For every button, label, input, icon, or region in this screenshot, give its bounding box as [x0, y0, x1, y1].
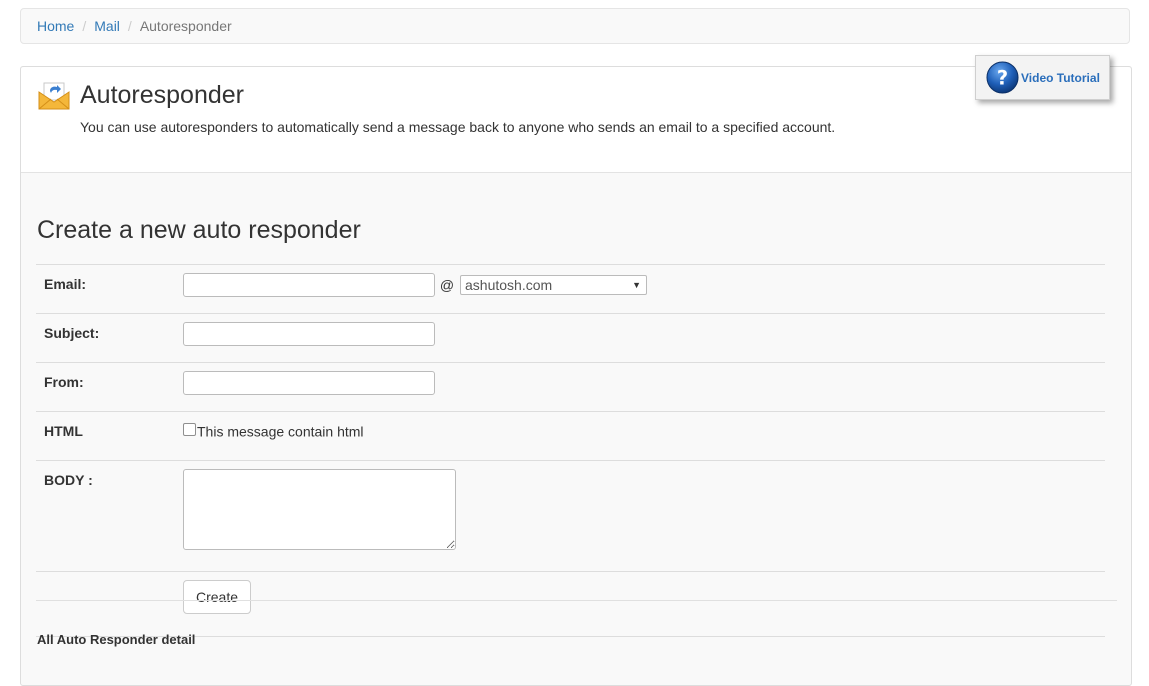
subject-input[interactable]: [183, 322, 435, 346]
html-label: HTML: [36, 411, 183, 461]
from-label: From:: [36, 362, 183, 412]
body-textarea[interactable]: [183, 469, 456, 550]
from-row: From:: [36, 362, 1105, 412]
page-title: Autoresponder: [80, 81, 245, 109]
create-form-title: Create a new auto responder: [37, 216, 361, 244]
create-row: Create: [36, 571, 1105, 637]
html-checkbox[interactable]: [183, 422, 196, 436]
email-field-cell: @ ashutosh.com ▼: [183, 264, 1105, 314]
autoresponder-panel: Autoresponder You can use autoresponders…: [20, 55, 1132, 686]
domain-select[interactable]: ashutosh.com ▼: [460, 275, 647, 295]
html-field-cell: This message contain html: [183, 411, 1105, 461]
email-input[interactable]: [183, 273, 435, 297]
subject-field-cell: [183, 313, 1105, 363]
html-checkbox-label[interactable]: This message contain html: [197, 423, 364, 439]
dropdown-caret-icon: ▼: [632, 280, 641, 290]
from-field-cell: [183, 362, 1105, 412]
breadcrumb-separator: /: [82, 18, 87, 34]
subject-label: Subject:: [36, 313, 183, 363]
panel-header: Autoresponder You can use autoresponders…: [21, 55, 1131, 173]
subject-row: Subject:: [36, 313, 1105, 363]
envelope-reply-icon: [38, 82, 70, 110]
section-divider: [36, 600, 1117, 601]
svg-text:?: ?: [997, 66, 1008, 89]
domain-selected-value: ashutosh.com: [465, 277, 553, 293]
breadcrumb-separator: /: [127, 18, 132, 34]
email-row: Email: @ ashutosh.com ▼: [36, 264, 1105, 314]
body-label: BODY :: [36, 460, 183, 572]
from-input[interactable]: [183, 371, 435, 395]
breadcrumb-home-link[interactable]: Home: [37, 18, 74, 34]
body-field-cell: [183, 460, 1105, 572]
email-label: Email:: [36, 264, 183, 314]
breadcrumb-current: Autoresponder: [139, 18, 232, 34]
page-description: You can use autoresponders to automatica…: [80, 119, 836, 135]
autoresponder-list-heading: All Auto Responder detail: [37, 632, 196, 647]
html-row: HTML This message contain html: [36, 411, 1105, 461]
breadcrumb: Home / Mail / Autoresponder: [20, 8, 1130, 44]
video-tutorial-label: Video Tutorial: [1021, 70, 1100, 85]
help-question-icon: ?: [986, 61, 1019, 94]
video-tutorial-button[interactable]: ? Video Tutorial: [975, 55, 1110, 100]
create-button-cell: Create: [183, 571, 1105, 637]
at-sign: @: [439, 277, 455, 293]
body-row: BODY :: [36, 460, 1105, 572]
breadcrumb-mail-link[interactable]: Mail: [94, 18, 120, 34]
create-button[interactable]: Create: [183, 580, 251, 614]
create-autoresponder-form: Email: @ ashutosh.com ▼ Subject: From: H…: [36, 264, 1105, 637]
